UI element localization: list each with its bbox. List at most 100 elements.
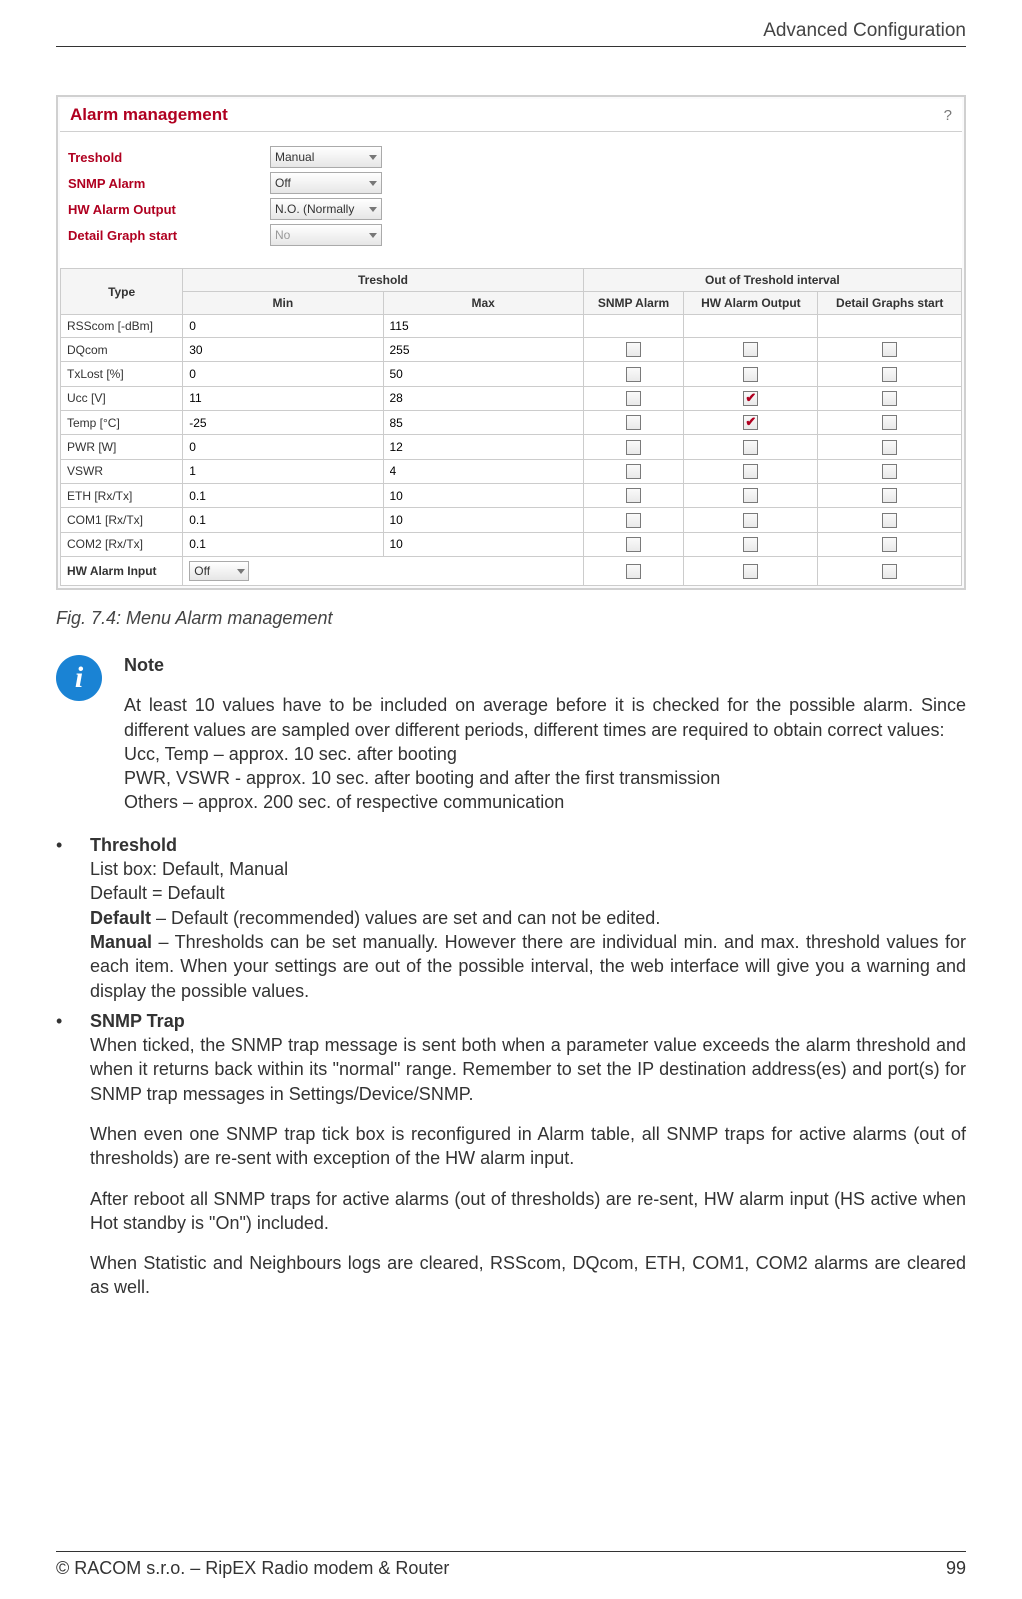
type-cell: Ucc [V]	[61, 386, 183, 410]
max-input[interactable]	[390, 319, 577, 333]
min-input[interactable]	[189, 440, 376, 454]
hw-output-select[interactable]: N.O. (Normally	[270, 198, 382, 220]
checkbox[interactable]	[743, 537, 758, 552]
max-input[interactable]	[390, 537, 577, 551]
threshold-bullet-title: Threshold	[90, 833, 966, 857]
checkbox[interactable]	[626, 488, 641, 503]
snmp-p2: When even one SNMP trap tick box is reco…	[90, 1122, 966, 1171]
threshold-manual-line: Manual – Thresholds can be set manually.…	[90, 930, 966, 1003]
checkbox[interactable]	[743, 513, 758, 528]
checkbox[interactable]	[882, 488, 897, 503]
detail-graph-select[interactable]: No	[270, 224, 382, 246]
checkbox[interactable]	[743, 415, 758, 430]
type-cell: ETH [Rx/Tx]	[61, 483, 183, 507]
max-input[interactable]	[390, 513, 577, 527]
th-max: Max	[383, 292, 583, 315]
type-cell: COM2 [Rx/Tx]	[61, 532, 183, 556]
checkbox[interactable]	[626, 513, 641, 528]
checkbox[interactable]	[743, 440, 758, 455]
page-header: Advanced Configuration	[56, 20, 966, 47]
table-row: COM1 [Rx/Tx]	[61, 508, 962, 532]
min-input[interactable]	[189, 367, 376, 381]
snmp-p4: When Statistic and Neighbours logs are c…	[90, 1251, 966, 1300]
max-input[interactable]	[390, 489, 577, 503]
min-input[interactable]	[189, 343, 376, 357]
min-input[interactable]	[189, 391, 376, 405]
checkbox[interactable]	[626, 537, 641, 552]
snmp-p3: After reboot all SNMP traps for active a…	[90, 1187, 966, 1236]
bullet-dot: •	[56, 1009, 90, 1316]
checkbox[interactable]	[882, 415, 897, 430]
threshold-default-line: Default – Default (recommended) values a…	[90, 906, 966, 930]
checkbox[interactable]	[626, 391, 641, 406]
checkbox[interactable]	[882, 391, 897, 406]
max-input[interactable]	[390, 464, 577, 478]
th-snmp: SNMP Alarm	[583, 292, 684, 315]
min-input[interactable]	[189, 416, 376, 430]
min-input[interactable]	[189, 489, 376, 503]
table-row: ETH [Rx/Tx]	[61, 483, 962, 507]
snmp-alarm-select[interactable]: Off	[270, 172, 382, 194]
threshold-select[interactable]: Manual	[270, 146, 382, 168]
min-input[interactable]	[189, 537, 376, 551]
checkbox[interactable]	[882, 464, 897, 479]
checkbox[interactable]	[626, 342, 641, 357]
note-block: i Note At least 10 values have to be inc…	[56, 653, 966, 815]
min-input[interactable]	[189, 464, 376, 478]
checkbox[interactable]	[882, 342, 897, 357]
type-cell: TxLost [%]	[61, 362, 183, 386]
checkbox[interactable]	[743, 391, 758, 406]
threshold-label: Treshold	[68, 150, 270, 165]
checkbox[interactable]	[626, 440, 641, 455]
checkbox[interactable]	[626, 564, 641, 579]
max-input[interactable]	[390, 391, 577, 405]
help-icon[interactable]: ?	[944, 107, 952, 124]
footer-left: © RACOM s.r.o. – RipEX Radio modem & Rou…	[56, 1558, 449, 1579]
checkbox[interactable]	[626, 415, 641, 430]
alarm-table: Type Treshold Out of Treshold interval M…	[60, 268, 962, 586]
bullet-dot: •	[56, 833, 90, 1003]
checkbox[interactable]	[882, 564, 897, 579]
max-input[interactable]	[390, 367, 577, 381]
checkbox[interactable]	[743, 464, 758, 479]
threshold-l2: Default = Default	[90, 881, 966, 905]
checkbox[interactable]	[626, 367, 641, 382]
checkbox[interactable]	[882, 440, 897, 455]
checkbox[interactable]	[743, 564, 758, 579]
note-text: At least 10 values have to be included o…	[124, 693, 966, 742]
max-input[interactable]	[390, 343, 577, 357]
footer-right: 99	[946, 1558, 966, 1579]
type-cell: PWR [W]	[61, 435, 183, 459]
table-row: Ucc [V]	[61, 386, 962, 410]
checkbox[interactable]	[626, 464, 641, 479]
header-title: Advanced Configuration	[763, 20, 966, 41]
checkbox[interactable]	[743, 488, 758, 503]
max-input[interactable]	[390, 440, 577, 454]
type-cell: DQcom	[61, 338, 183, 362]
detail-graph-label: Detail Graph start	[68, 228, 270, 243]
checkbox[interactable]	[882, 367, 897, 382]
table-row-hw-input: HW Alarm InputOff	[61, 556, 962, 585]
figure-caption: Fig. 7.4: Menu Alarm management	[56, 608, 966, 629]
checkbox[interactable]	[743, 367, 758, 382]
min-input[interactable]	[189, 319, 376, 333]
checkbox[interactable]	[882, 537, 897, 552]
table-row: TxLost [%]	[61, 362, 962, 386]
table-row: VSWR	[61, 459, 962, 483]
hw-input-select[interactable]: Off	[189, 561, 249, 581]
max-input[interactable]	[390, 416, 577, 430]
note-line-1: Ucc, Temp – approx. 10 sec. after bootin…	[124, 742, 966, 766]
snmp-bullet-title: SNMP Trap	[90, 1009, 966, 1033]
table-row: RSScom [-dBm]	[61, 315, 962, 338]
checkbox[interactable]	[882, 513, 897, 528]
info-icon: i	[56, 655, 102, 701]
table-row: PWR [W]	[61, 435, 962, 459]
checkbox[interactable]	[743, 342, 758, 357]
min-input[interactable]	[189, 513, 376, 527]
th-hw: HW Alarm Output	[684, 292, 818, 315]
type-cell: RSScom [-dBm]	[61, 315, 183, 338]
type-cell: COM1 [Rx/Tx]	[61, 508, 183, 532]
table-row: COM2 [Rx/Tx]	[61, 532, 962, 556]
table-row: DQcom	[61, 338, 962, 362]
page-footer: © RACOM s.r.o. – RipEX Radio modem & Rou…	[56, 1551, 966, 1579]
